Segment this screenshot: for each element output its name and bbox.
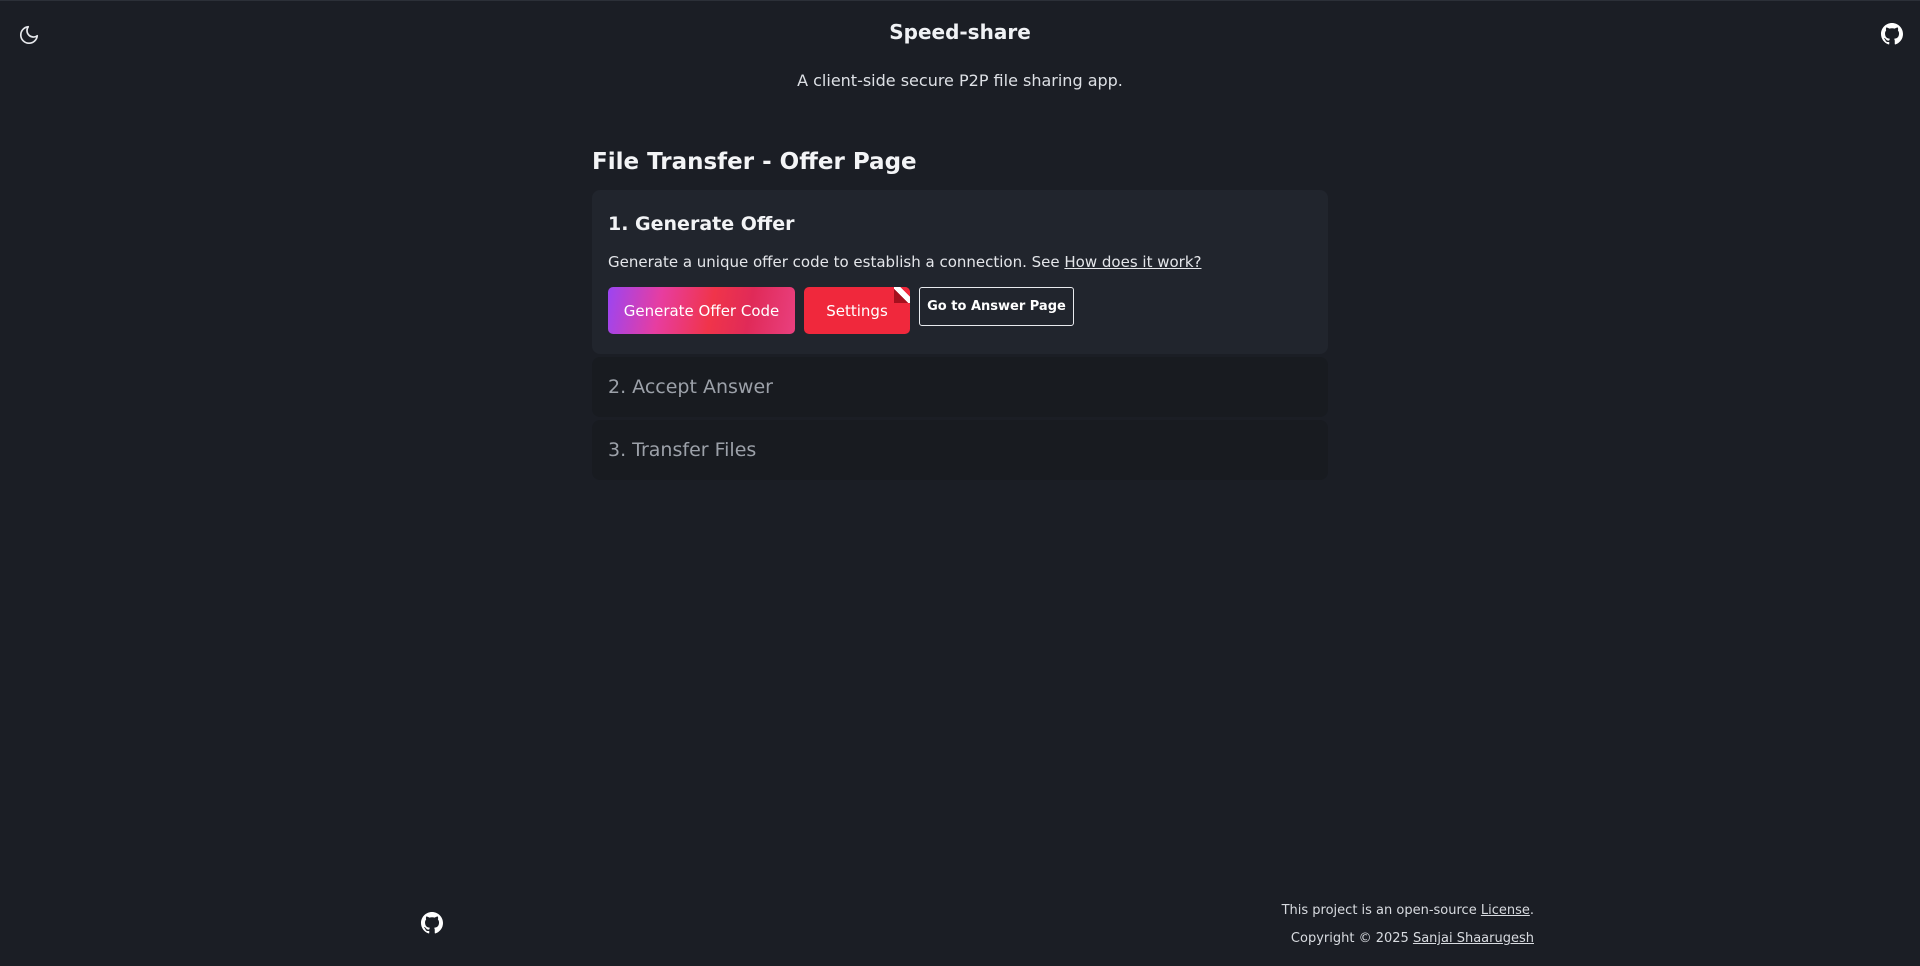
main-content: File Transfer - Offer Page 1. Generate O…	[592, 146, 1328, 483]
license-prefix: This project is an open-source	[1281, 903, 1477, 918]
step-transfer-files[interactable]: 3. Transfer Files	[592, 420, 1328, 480]
copyright-text: Copyright © 2025	[1290, 931, 1409, 946]
github-link[interactable]	[1877, 19, 1907, 49]
site-title: Speed-share	[889, 20, 1031, 44]
step-accept-answer[interactable]: 2. Accept Answer	[592, 357, 1328, 417]
tagline: A client-side secure P2P file sharing ap…	[797, 71, 1123, 90]
description-text: Generate a unique offer code to establis…	[608, 253, 1060, 271]
page-title: File Transfer - Offer Page	[592, 149, 917, 175]
footer: This project is an open-source License. …	[1282, 897, 1534, 953]
step-title: 3. Transfer Files	[608, 439, 757, 461]
step-title: 1. Generate Offer	[608, 213, 795, 235]
settings-button[interactable]: Settings	[804, 287, 910, 334]
author-link[interactable]: Sanjai Shaarugesh	[1413, 931, 1534, 946]
page-corner-fold-icon	[894, 287, 910, 303]
top-divider	[0, 0, 1920, 1]
license-link[interactable]: License	[1481, 903, 1530, 918]
go-to-answer-page-button[interactable]: Go to Answer Page	[919, 287, 1074, 326]
github-icon	[421, 912, 443, 934]
step-description: Generate a unique offer code to establis…	[608, 251, 1312, 273]
license-suffix: .	[1529, 903, 1534, 918]
footer-github-link[interactable]	[420, 911, 444, 935]
step-title: 2. Accept Answer	[608, 376, 773, 398]
step-generate-offer: 1. Generate Offer Generate a unique offe…	[592, 190, 1328, 354]
action-buttons: Generate Offer Code Settings Go to Answe…	[608, 287, 1312, 334]
settings-label: Settings	[826, 301, 888, 320]
copyright-line: Copyright © 2025 Sanjai Shaarugesh	[1282, 925, 1534, 953]
generate-offer-button[interactable]: Generate Offer Code	[608, 287, 795, 334]
how-it-works-link[interactable]: How does it work?	[1064, 253, 1201, 271]
page: Speed-share A client-side secure P2P fil…	[0, 0, 1920, 966]
license-line: This project is an open-source License.	[1282, 897, 1534, 925]
github-icon	[1881, 23, 1903, 45]
